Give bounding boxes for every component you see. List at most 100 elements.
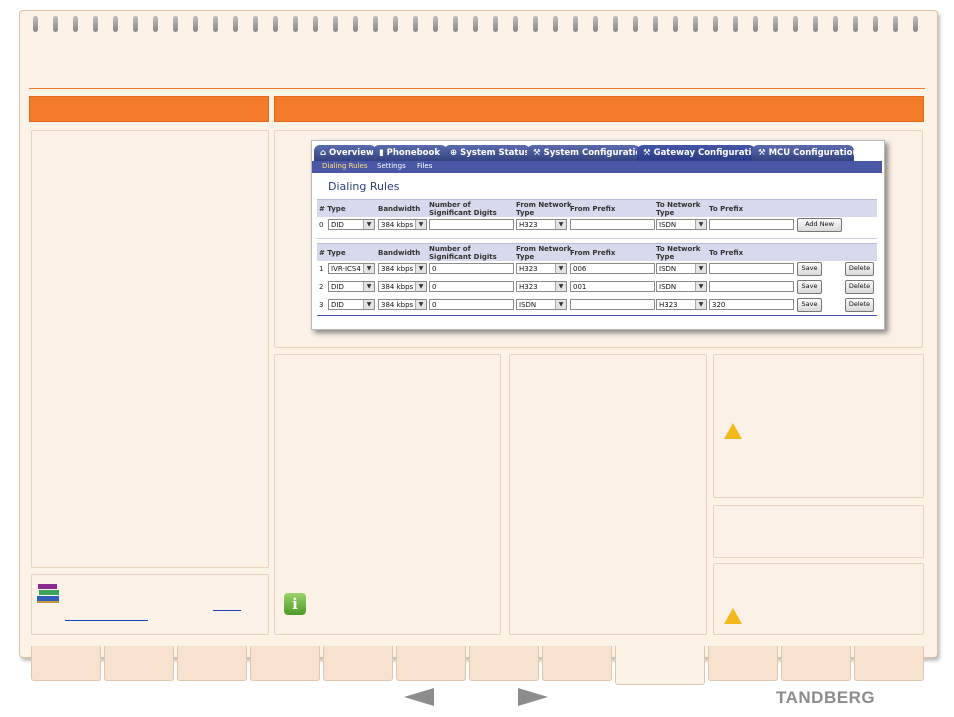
next-arrow-icon[interactable] <box>518 688 548 706</box>
info-icon: i <box>284 593 306 615</box>
warning-panel-2 <box>713 563 924 635</box>
to-prefix-input[interactable] <box>709 263 794 274</box>
table-row: 1 IVR-ICS4 ▼ 384 kbps ▼ 0 H323 ▼ 006 ISDN ▼ … <box>317 262 877 276</box>
to-network-select[interactable]: ISDN ▼ <box>656 281 707 292</box>
chevron-down-icon: ▼ <box>555 282 566 291</box>
nav-tab[interactable] <box>469 646 539 681</box>
chevron-down-icon: ▼ <box>363 282 374 291</box>
from-prefix-input[interactable]: 001 <box>570 281 655 292</box>
warning-panel <box>713 354 924 498</box>
table-header: # Type Bandwidth Number of Significant D… <box>317 199 877 217</box>
delete-button[interactable]: Delete <box>845 298 874 312</box>
to-prefix-input[interactable] <box>709 281 794 292</box>
chevron-down-icon: ▼ <box>363 300 374 309</box>
add-new-button[interactable]: Add New <box>797 218 842 232</box>
nav-tab[interactable] <box>708 646 778 681</box>
chevron-down-icon: ▼ <box>415 220 426 229</box>
divider <box>317 315 877 316</box>
to-network-select[interactable]: ISDN ▼ <box>656 219 707 230</box>
nav-tab[interactable] <box>854 646 924 681</box>
to-prefix-input[interactable] <box>709 219 794 230</box>
chevron-down-icon: ▼ <box>415 282 426 291</box>
type-select[interactable]: DID ▼ <box>328 281 375 292</box>
nav-tab[interactable] <box>177 646 247 681</box>
nav-tab[interactable] <box>396 646 466 681</box>
type-select[interactable]: IVR-ICS4 ▼ <box>328 263 375 274</box>
table-row-new: 0 DID ▼ 384 kbps ▼ H323 ▼ ISDN ▼ Add New <box>317 218 877 232</box>
header-rule <box>29 88 925 89</box>
reference-link[interactable] <box>65 620 148 621</box>
reference-panel <box>31 574 269 635</box>
to-network-select[interactable]: H323 ▼ <box>656 299 707 310</box>
type-select[interactable]: DID ▼ <box>328 219 375 230</box>
to-network-select[interactable]: ISDN ▼ <box>656 263 707 274</box>
notes-panel-left: i <box>274 354 501 635</box>
sidebar-panel <box>31 130 269 568</box>
from-network-select[interactable]: H323 ▼ <box>516 219 567 230</box>
previous-arrow-icon[interactable] <box>404 688 434 706</box>
page-title: Dialing Rules <box>328 180 400 193</box>
bandwidth-select[interactable]: 384 kbps ▼ <box>378 219 427 230</box>
subtab-settings[interactable]: Settings <box>377 162 406 170</box>
chevron-down-icon: ▼ <box>415 300 426 309</box>
digits-input[interactable]: 0 <box>429 263 514 274</box>
to-prefix-input[interactable]: 320 <box>709 299 794 310</box>
tab-system-status[interactable]: ⊕ System Status <box>444 145 530 161</box>
from-prefix-input[interactable] <box>570 299 655 310</box>
from-prefix-input[interactable]: 006 <box>570 263 655 274</box>
left-header-bar <box>29 96 269 122</box>
from-network-select[interactable]: H323 ▼ <box>516 263 567 274</box>
digits-input[interactable] <box>429 219 514 230</box>
chevron-down-icon: ▼ <box>363 220 374 229</box>
tab-overview[interactable]: ⌂ Overview <box>314 145 376 161</box>
bandwidth-select[interactable]: 384 kbps ▼ <box>378 263 427 274</box>
table-row: 2 DID ▼ 384 kbps ▼ 0 H323 ▼ 001 ISDN ▼ Save … <box>317 280 877 294</box>
delete-button[interactable]: Delete <box>845 280 874 294</box>
nav-tab[interactable] <box>781 646 851 681</box>
nav-tab[interactable] <box>104 646 174 681</box>
nav-tab[interactable] <box>542 646 612 681</box>
tab-mcu-configuration[interactable]: ⚒ MCU Configuration <box>752 145 859 161</box>
tab-phonebook[interactable]: ▮ Phonebook <box>373 145 447 161</box>
from-prefix-input[interactable] <box>570 219 655 230</box>
table-row: 3 DID ▼ 384 kbps ▼ 0 ISDN ▼ H323 ▼ 320 Save … <box>317 298 877 312</box>
subtab-dialing-rules[interactable]: Dialing Rules <box>322 162 368 170</box>
nav-tab[interactable] <box>323 646 393 681</box>
tandberg-logo: TANDBERG <box>776 688 876 707</box>
chevron-down-icon: ▼ <box>555 220 566 229</box>
chevron-down-icon: ▼ <box>695 300 706 309</box>
digits-input[interactable]: 0 <box>429 299 514 310</box>
tab-system-configuration[interactable]: ⚒ System Configuration <box>527 145 647 161</box>
nav-tab-active[interactable] <box>615 646 705 685</box>
notes-panel-middle <box>509 354 707 635</box>
table-header: # Type Bandwidth Number of Significant D… <box>317 243 877 261</box>
chevron-down-icon: ▼ <box>555 264 566 273</box>
type-select[interactable]: DID ▼ <box>328 299 375 310</box>
note-panel <box>713 505 924 558</box>
page-link[interactable] <box>213 610 241 611</box>
digits-input[interactable]: 0 <box>429 281 514 292</box>
bandwidth-select[interactable]: 384 kbps ▼ <box>378 281 427 292</box>
chevron-down-icon: ▼ <box>363 264 374 273</box>
books-icon <box>37 584 59 603</box>
from-network-select[interactable]: ISDN ▼ <box>516 299 567 310</box>
delete-button[interactable]: Delete <box>845 262 874 276</box>
nav-tab[interactable] <box>250 646 320 681</box>
save-button[interactable]: Save <box>797 262 822 276</box>
bandwidth-select[interactable]: 384 kbps ▼ <box>378 299 427 310</box>
warning-icon <box>724 423 742 439</box>
chevron-down-icon: ▼ <box>695 220 706 229</box>
gateway-config-screenshot: ⌂ Overview ▮ Phonebook ⊕ System Status ⚒… <box>311 140 885 330</box>
divider <box>317 238 877 239</box>
from-network-select[interactable]: H323 ▼ <box>516 281 567 292</box>
chevron-down-icon: ▼ <box>695 282 706 291</box>
save-button[interactable]: Save <box>797 280 822 294</box>
nav-tab[interactable] <box>31 646 101 681</box>
main-tabs: ⌂ Overview ▮ Phonebook ⊕ System Status ⚒… <box>312 141 884 161</box>
sub-tab-bar: Dialing Rules Settings Files <box>312 161 882 173</box>
chevron-down-icon: ▼ <box>555 300 566 309</box>
main-header-bar <box>274 96 924 122</box>
tab-gateway-configuration[interactable]: ⚒ Gateway Configuration <box>637 145 763 161</box>
subtab-files[interactable]: Files <box>417 162 432 170</box>
save-button[interactable]: Save <box>797 298 822 312</box>
